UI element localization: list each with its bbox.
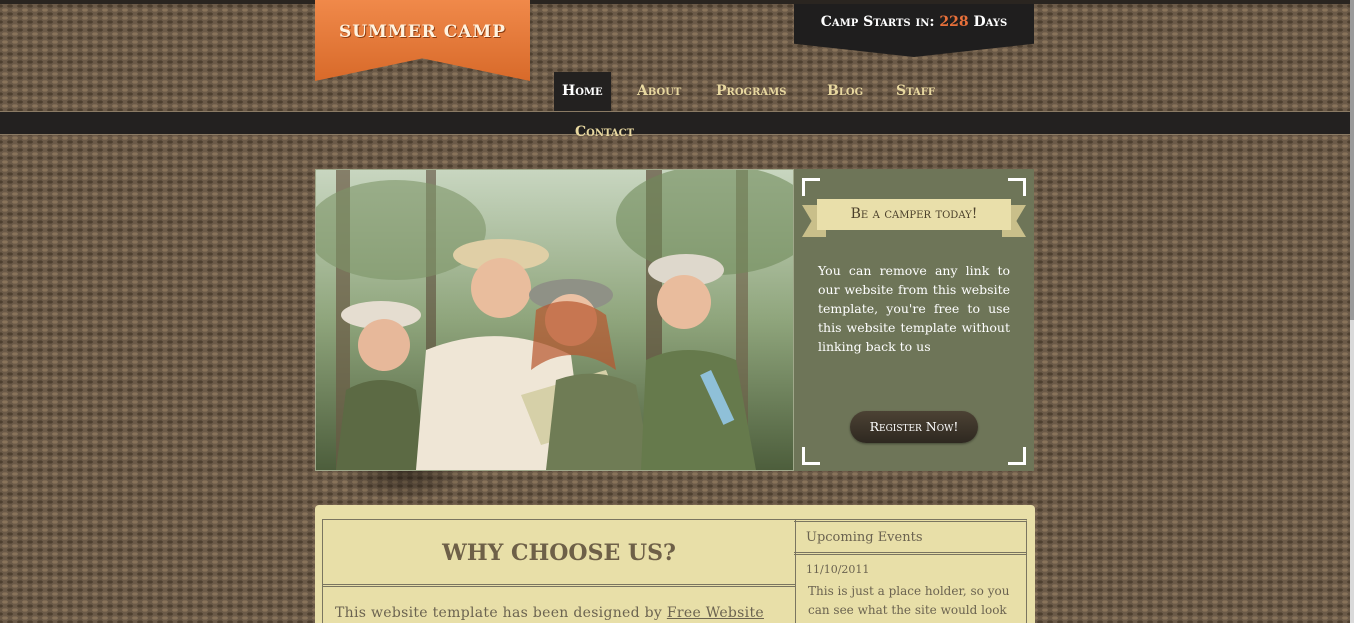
countdown-days: 228 xyxy=(939,14,969,30)
scrollbar-thumb[interactable] xyxy=(1350,0,1354,320)
countdown-banner: Camp Starts in: 228 Days xyxy=(794,4,1034,57)
site-logo[interactable]: Summer Camp xyxy=(315,0,530,81)
nav-contact[interactable]: Contact xyxy=(575,113,634,152)
photo-shadow xyxy=(340,471,470,501)
nav-programs[interactable]: Programs xyxy=(716,72,786,111)
navigation-bar xyxy=(0,111,1354,135)
countdown-prefix: Camp Starts in: xyxy=(820,14,940,30)
promo-text: You can remove any link to our website f… xyxy=(818,263,1010,354)
intro-paragraph: This website template has been designed … xyxy=(323,587,795,621)
countdown-suffix: Days xyxy=(968,14,1008,30)
event-date: 11/10/2011 xyxy=(806,563,870,576)
promo-ribbon: Be a camper today! xyxy=(817,199,1011,230)
campers-photo xyxy=(316,170,793,470)
section-header: WHY CHOOSE US? xyxy=(323,520,795,587)
free-website-link[interactable]: Free Website xyxy=(667,605,764,621)
main-column: WHY CHOOSE US? This website template has… xyxy=(322,519,796,623)
nav-staff[interactable]: Staff xyxy=(896,72,935,111)
logo-text: Summer Camp xyxy=(338,22,507,42)
corner-decoration xyxy=(802,447,820,465)
section-title: WHY CHOOSE US? xyxy=(442,540,676,566)
intro-text: This website template has been designed … xyxy=(335,605,667,621)
hero-photo xyxy=(315,169,794,471)
events-sidebar: Upcoming Events 11/10/2011 This is just … xyxy=(794,519,1027,623)
nav-about[interactable]: About xyxy=(637,72,681,111)
content-area: WHY CHOOSE US? This website template has… xyxy=(315,505,1035,623)
top-border xyxy=(0,0,1354,4)
promo-panel: Be a camper today! You can remove any li… xyxy=(794,169,1034,471)
events-title: Upcoming Events xyxy=(794,522,1026,555)
register-button[interactable]: Register Now! xyxy=(850,411,978,443)
corner-decoration xyxy=(1008,447,1026,465)
corner-decoration xyxy=(1008,178,1026,196)
nav-home[interactable]: Home xyxy=(554,72,611,111)
scrollbar[interactable] xyxy=(1350,0,1354,623)
event-description: This is just a place holder, so you can … xyxy=(808,584,1010,617)
corner-decoration xyxy=(802,178,820,196)
nav-blog[interactable]: Blog xyxy=(827,72,863,111)
countdown-text: Camp Starts in: 228 Days xyxy=(794,14,1034,30)
